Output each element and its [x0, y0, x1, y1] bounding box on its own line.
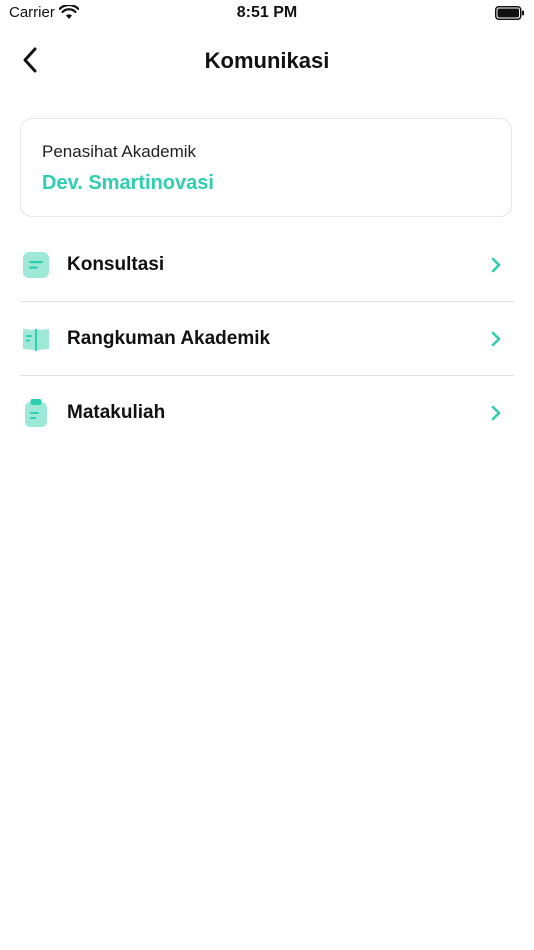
menu-item-label: Konsultasi: [67, 253, 165, 275]
status-time: 8:51 PM: [236, 4, 298, 21]
menu-item-konsultasi[interactable]: Konsultasi: [20, 228, 514, 302]
chevron-right-icon: [486, 403, 506, 423]
menu-item-label: Matakuliah: [67, 401, 166, 423]
status-bar: Carrier 8:51 PM: [0, 0, 534, 30]
advisor-name: Dev. Smartinovasi: [42, 172, 214, 194]
menu-item-label: Rangkuman Akademik: [67, 327, 271, 349]
menu-list: Konsultasi Rangkuman Akademik Matakuliah: [20, 228, 514, 449]
clipboard-icon: [21, 398, 51, 428]
advisor-label: Penasihat Akademik: [42, 142, 197, 161]
menu-item-rangkuman-akademik[interactable]: Rangkuman Akademik: [20, 302, 514, 376]
menu-item-matakuliah[interactable]: Matakuliah: [20, 376, 514, 449]
chat-icon: [21, 250, 51, 280]
chevron-right-icon: [486, 255, 506, 275]
navigation-header: Komunikasi: [0, 36, 534, 88]
advisor-card: Penasihat Akademik Dev. Smartinovasi: [20, 118, 512, 217]
page-title: Komunikasi: [204, 48, 330, 73]
battery-icon: [495, 6, 525, 20]
chevron-right-icon: [486, 329, 506, 349]
book-icon: [21, 324, 51, 354]
